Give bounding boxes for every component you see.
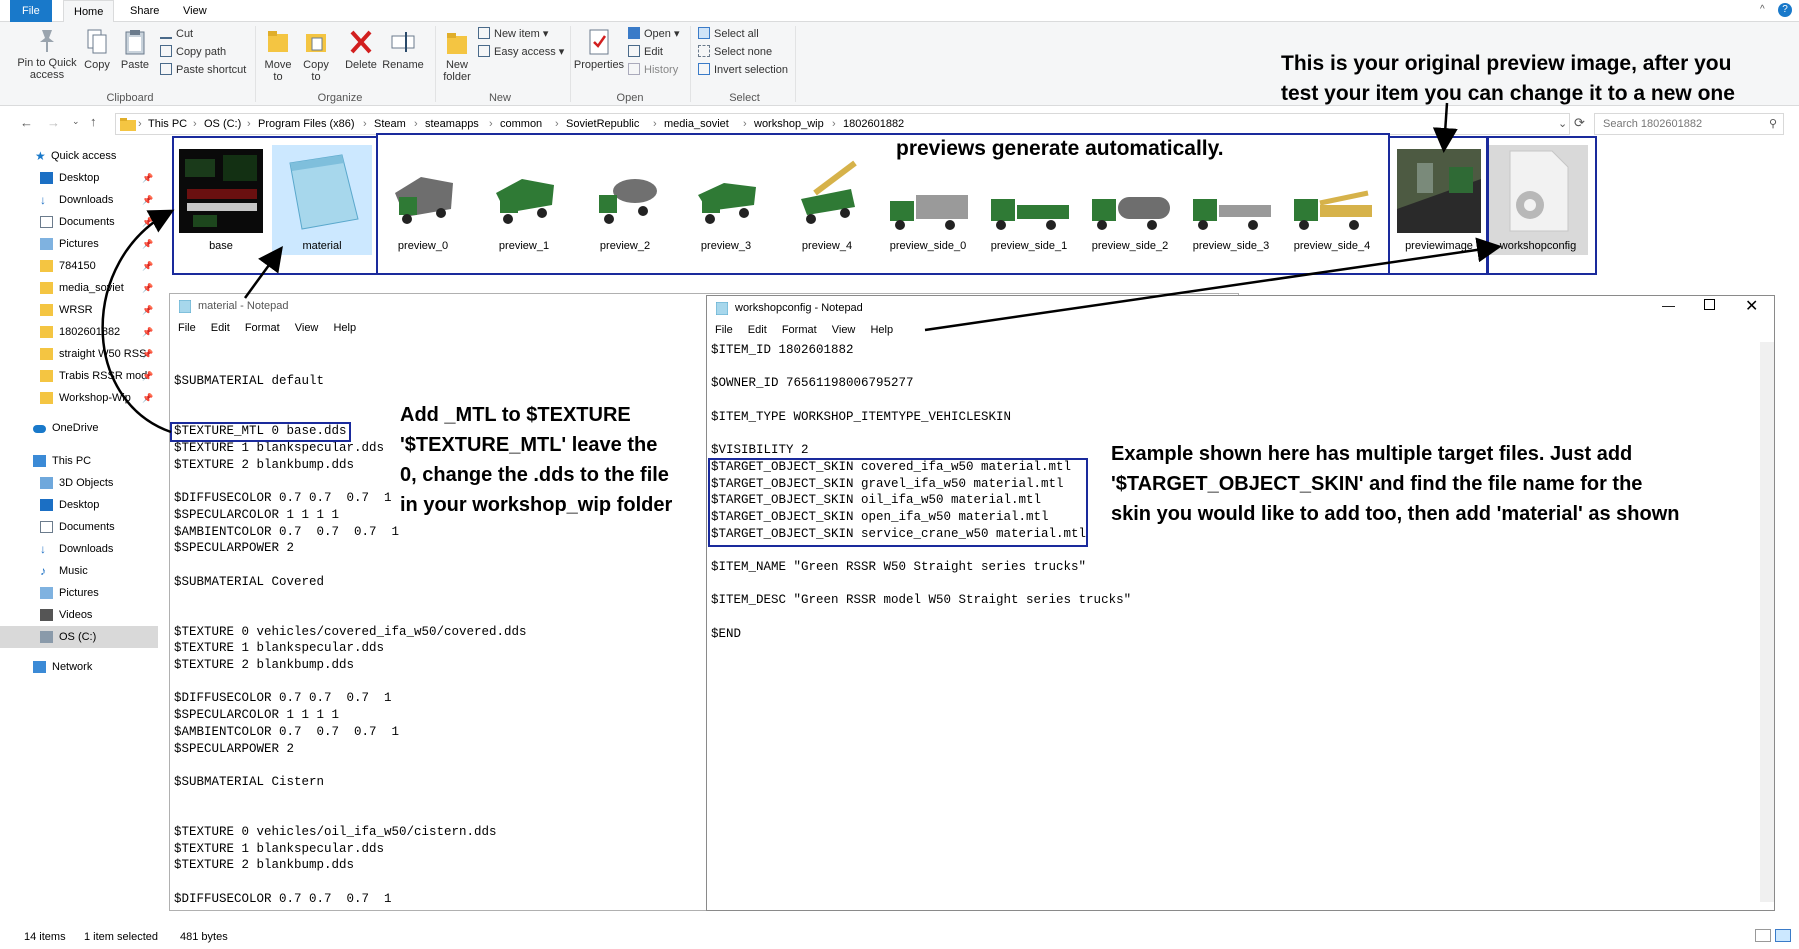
arrow-to-previewimage xyxy=(1432,102,1458,153)
arrow-to-base xyxy=(101,209,175,434)
status-selected: 1 item selected xyxy=(84,931,158,943)
status-size: 481 bytes xyxy=(180,931,228,943)
status-bar: 14 items 1 item selected 481 bytes xyxy=(0,922,1799,949)
status-item-count: 14 items xyxy=(24,931,66,943)
annotation-arrows xyxy=(101,102,1502,434)
large-icons-view-icon[interactable] xyxy=(1775,929,1791,942)
details-view-icon[interactable] xyxy=(1755,929,1771,942)
arrow-to-material xyxy=(243,245,283,299)
arrow-to-workshopconfig xyxy=(924,237,1502,332)
